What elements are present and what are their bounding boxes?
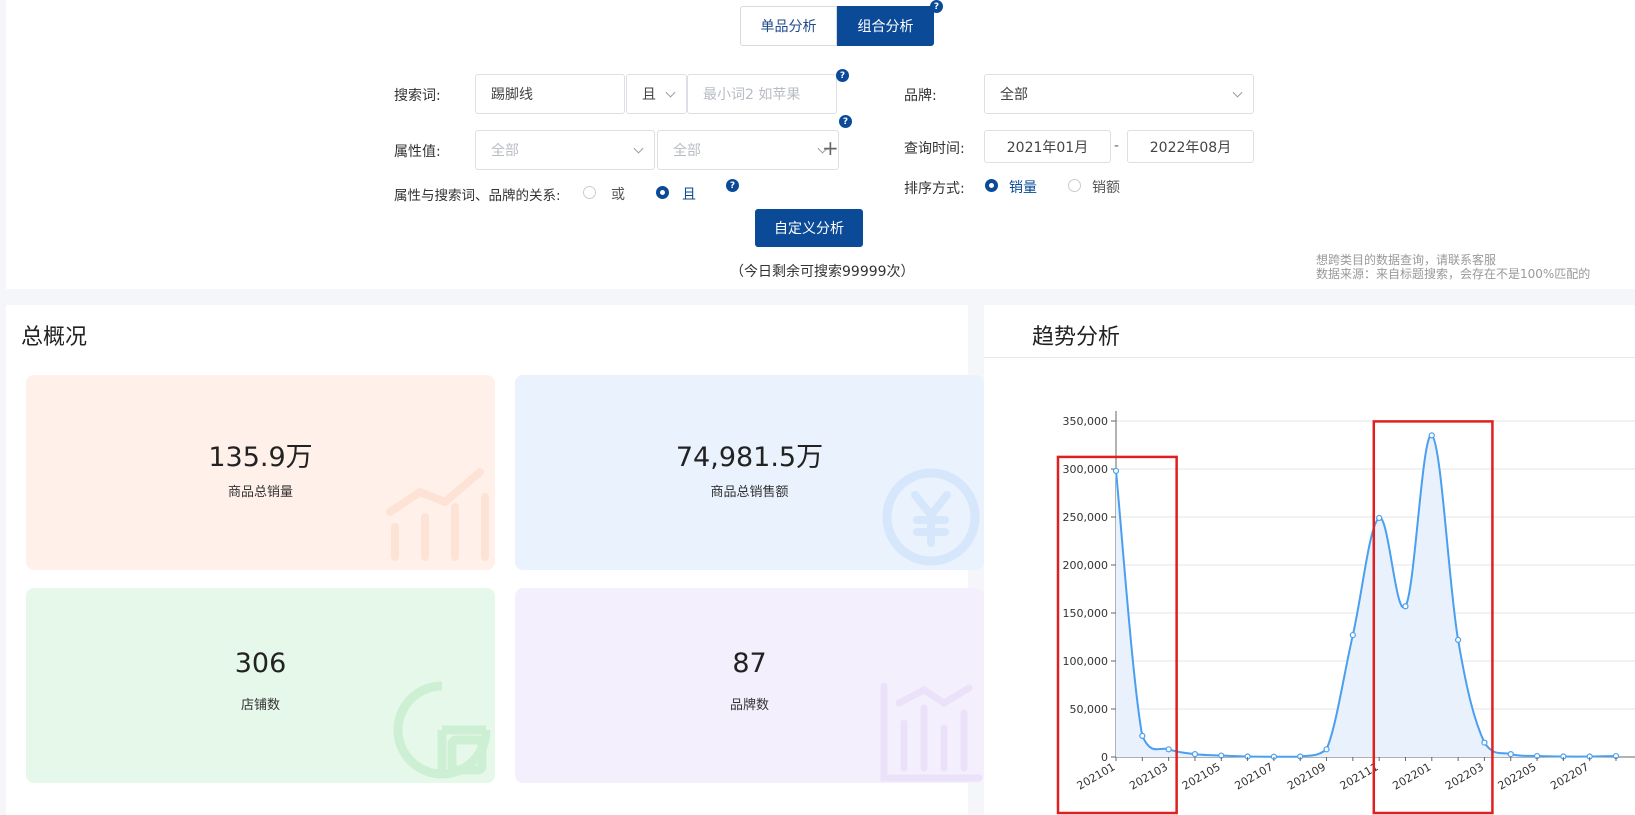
attr1-placeholder: 全部	[491, 143, 519, 159]
relation-label: 属性与搜索词、品牌的关系:	[394, 188, 561, 204]
chevron-down-icon	[633, 143, 644, 154]
store-count-card: 306 店铺数	[26, 588, 495, 783]
x-tick-label: 202103	[1127, 760, 1170, 792]
attr2-placeholder: 全部	[673, 143, 701, 159]
help-icon[interactable]: ?	[839, 115, 852, 128]
trend-panel: 趋势分析 0 50,000 100,000 150,000 200,000 250,000…	[984, 305, 1635, 815]
help-icon[interactable]: ?	[726, 179, 739, 192]
data-point	[1428, 432, 1435, 439]
data-point	[1112, 467, 1120, 475]
relation-or-radio[interactable]	[583, 186, 596, 199]
data-point	[1402, 603, 1409, 610]
relation-and-label[interactable]: 且	[682, 184, 696, 204]
x-tick-label: 202205	[1496, 760, 1539, 792]
y-tick-label: 350,000	[1063, 415, 1109, 428]
trend-chart: 050,000100,000150,000200,000250,000300,0…	[1056, 411, 1635, 815]
tab-combo-analysis[interactable]: 组合分析	[837, 6, 934, 46]
tab-single-analysis[interactable]: 单品分析	[740, 6, 837, 46]
total-sales-volume-card: 135.9万 商品总销量	[26, 375, 495, 570]
x-tick-label: 202105	[1180, 760, 1223, 792]
data-point	[1165, 746, 1172, 753]
data-notes: 想跨类目的数据查询，请联系客服 数据来源：来自标题搜索，会存在不是100%匹配的	[1316, 253, 1590, 281]
relation-and-radio[interactable]	[656, 186, 669, 199]
data-point	[1507, 751, 1514, 758]
total-sales-amount-card: 74,981.5万 商品总销售额	[515, 375, 984, 570]
data-point	[1191, 751, 1199, 758]
data-point	[1349, 631, 1356, 639]
time-label: 查询时间:	[904, 141, 965, 157]
y-tick-label: 250,000	[1063, 511, 1109, 524]
overview-title: 总概况	[21, 325, 88, 350]
brand-select-value: 全部	[1000, 87, 1028, 103]
logic-select-value: 且	[642, 87, 656, 103]
y-tick-label: 100,000	[1063, 655, 1109, 668]
data-point	[1323, 746, 1330, 753]
x-tick-label: 202107	[1233, 760, 1276, 792]
store-count-value: 306	[234, 648, 287, 679]
data-point	[1376, 514, 1383, 522]
brand-select[interactable]: 全部	[984, 74, 1254, 114]
x-tick-label: 202109	[1285, 760, 1328, 792]
relation-or-label[interactable]: 或	[611, 184, 625, 204]
chevron-down-icon	[665, 87, 676, 98]
bar-chart-icon	[880, 682, 983, 782]
add-attribute-icon[interactable]: +	[822, 136, 839, 160]
keyword-label: 搜索词:	[394, 88, 441, 104]
time-separator: -	[1114, 138, 1120, 154]
keyword-input[interactable]: 踢脚线	[475, 74, 625, 114]
brand-label: 品牌:	[904, 88, 937, 104]
brand-count-value: 87	[732, 648, 767, 679]
yuan-coin-icon	[882, 468, 980, 566]
time-start-input[interactable]: 2021年01月	[984, 130, 1111, 163]
x-tick-label: 202207	[1548, 760, 1591, 792]
attr2-select[interactable]: 全部	[657, 130, 839, 170]
note-source: 数据来源：来自标题搜索，会存在不是100%匹配的	[1316, 267, 1591, 281]
pie-chart-icon	[393, 681, 491, 779]
y-tick-label: 300,000	[1063, 463, 1109, 476]
y-tick-label: 50,000	[1070, 703, 1109, 716]
sort-amount-label[interactable]: 销额	[1092, 177, 1120, 197]
data-point	[1139, 732, 1146, 739]
x-tick-label: 202203	[1443, 760, 1486, 792]
help-icon[interactable]: ?	[836, 69, 849, 82]
time-end-input[interactable]: 2022年08月	[1127, 130, 1254, 163]
chevron-down-icon	[1232, 87, 1243, 98]
x-tick-label: 202201	[1390, 760, 1433, 792]
note-contact: 想跨类目的数据查询，请联系客服	[1316, 253, 1497, 267]
overview-panel: 总概况 135.9万 商品总销量 74,981.5万 商品总销售额 306 店铺…	[6, 305, 984, 815]
y-tick-label: 150,000	[1063, 607, 1109, 620]
sort-volume-radio[interactable]	[985, 179, 998, 192]
keyword2-input[interactable]: 最小词2 如苹果	[687, 74, 837, 114]
remaining-searches-text: （今日剩余可搜索99999次）	[730, 264, 915, 280]
data-point	[1481, 739, 1488, 746]
sort-label: 排序方式:	[904, 181, 965, 197]
sort-amount-radio[interactable]	[1068, 179, 1081, 192]
bar-chart-up-icon	[386, 468, 489, 561]
y-tick-label: 200,000	[1063, 559, 1109, 572]
data-point	[1455, 636, 1462, 643]
sort-volume-label[interactable]: 销量	[1009, 177, 1037, 197]
logic-select[interactable]: 且	[626, 74, 687, 114]
brand-count-card: 87 品牌数	[515, 588, 984, 783]
attr-label: 属性值:	[394, 144, 441, 160]
help-icon[interactable]: ?	[930, 0, 943, 13]
mode-toggle: 单品分析 组合分析	[740, 6, 934, 46]
x-tick-label: 202101	[1075, 760, 1118, 792]
custom-analysis-button[interactable]: 自定义分析	[755, 209, 863, 247]
attr1-select[interactable]: 全部	[475, 130, 655, 170]
